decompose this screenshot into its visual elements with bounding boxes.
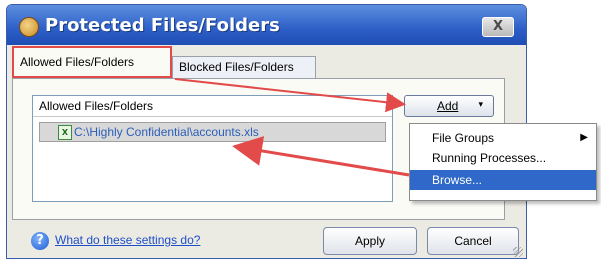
help-link[interactable]: What do these settings do? <box>55 233 200 247</box>
menu-item-file-groups[interactable]: File Groups ▶ <box>410 128 596 148</box>
menu-item-browse[interactable]: Browse... <box>410 170 596 190</box>
file-path: C:\Highly Confidential\accounts.xls <box>74 125 259 139</box>
apply-button[interactable]: Apply <box>323 227 417 255</box>
tab-blocked-files-folders[interactable]: Blocked Files/Folders <box>172 56 316 78</box>
menu-item-label: File Groups <box>432 131 495 145</box>
tab-allowed-files-folders[interactable]: Allowed Files/Folders <box>12 46 172 78</box>
help-icon[interactable]: ? <box>31 232 49 250</box>
submenu-arrow-icon: ▶ <box>580 132 588 143</box>
close-button[interactable]: X <box>482 17 514 37</box>
cancel-button[interactable]: Cancel <box>427 227 519 255</box>
add-button-label: Add <box>437 99 459 113</box>
list-header: Allowed Files/Folders <box>33 96 392 117</box>
resize-grip-icon[interactable] <box>513 247 523 257</box>
title-bar[interactable]: Protected Files/Folders X <box>7 5 526 45</box>
xls-file-icon: X <box>58 125 72 140</box>
chevron-down-icon: ▾ <box>478 100 483 110</box>
menu-item-running-processes[interactable]: Running Processes... <box>410 148 596 168</box>
list-item[interactable]: X C:\Highly Confidential\accounts.xls <box>39 122 386 142</box>
add-dropdown-menu: File Groups ▶ Running Processes... Brows… <box>409 123 597 201</box>
window-title: Protected Files/Folders <box>45 15 280 36</box>
app-shield-icon <box>19 17 39 37</box>
add-button[interactable]: Add ▾ <box>404 95 494 117</box>
allowed-files-list[interactable]: Allowed Files/Folders X C:\Highly Confid… <box>32 95 393 202</box>
